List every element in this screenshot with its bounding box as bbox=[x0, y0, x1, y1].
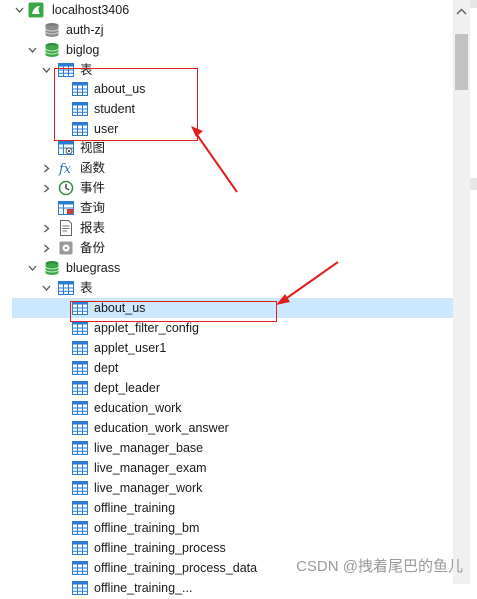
watermark: CSDN @拽着尾巴的鱼儿 bbox=[296, 558, 463, 575]
annotation-arrow bbox=[191, 126, 238, 193]
annotation-arrow bbox=[276, 261, 339, 305]
annotation-arrows bbox=[191, 126, 339, 305]
